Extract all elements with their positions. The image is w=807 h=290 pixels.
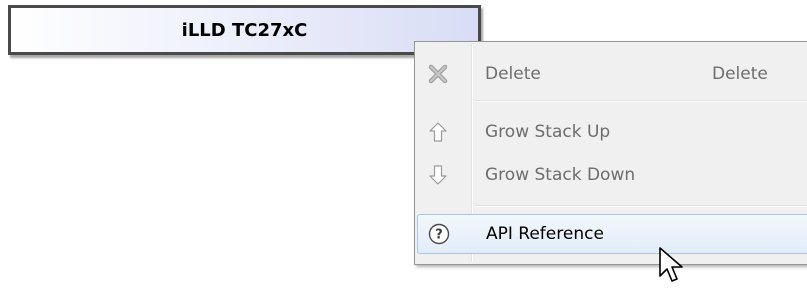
menu-item-grow-stack-down-label: Grow Stack Down (485, 165, 636, 185)
delete-x-icon (426, 62, 450, 86)
menu-item-delete-label: Delete (485, 64, 541, 84)
help-circle-icon: ? (427, 222, 451, 246)
svg-text:?: ? (435, 228, 443, 243)
component-title: iLLD TC27xC (181, 20, 308, 41)
menu-item-grow-stack-down[interactable]: Grow Stack Down (417, 155, 807, 195)
arrow-down-icon (426, 163, 450, 187)
menu-item-delete-shortcut: Delete (712, 64, 768, 84)
menu-item-grow-stack-up-label: Grow Stack Up (485, 122, 611, 142)
menu-separator (475, 100, 807, 102)
arrow-up-icon (426, 120, 450, 144)
menu-item-api-reference-label: API Reference (486, 224, 604, 244)
component-block[interactable]: iLLD TC27xC (8, 5, 481, 55)
context-menu: Delete Delete Grow Stack Up Grow Stack D… (414, 41, 807, 265)
menu-item-grow-stack-up[interactable]: Grow Stack Up (417, 112, 807, 152)
menu-item-api-reference[interactable]: ? API Reference (417, 214, 807, 254)
mouse-pointer-icon (658, 246, 688, 286)
menu-separator (475, 205, 807, 207)
menu-item-delete[interactable]: Delete Delete (417, 54, 807, 94)
